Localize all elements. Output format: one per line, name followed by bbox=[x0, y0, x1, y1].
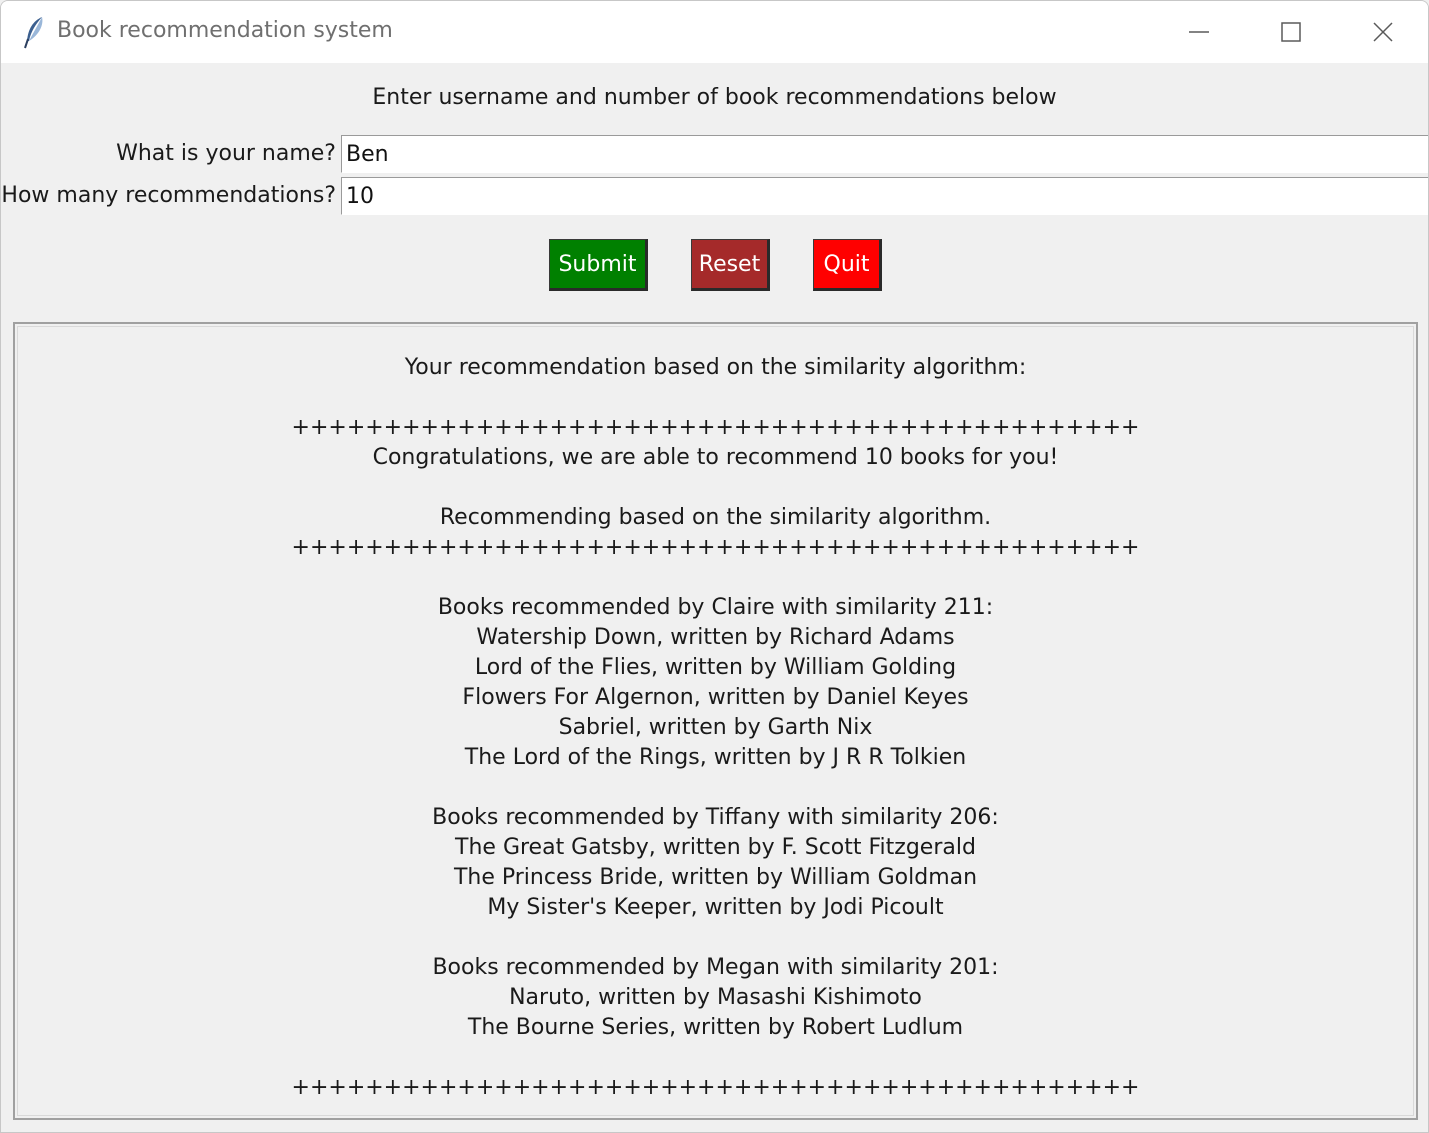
results-line: Recommending based on the similarity alg… bbox=[439, 505, 992, 530]
results-line: Congratulations, we are able to recommen… bbox=[372, 445, 1059, 470]
results-line: Flowers For Algernon, written by Daniel … bbox=[462, 685, 969, 710]
results-line: Your recommendation based on the similar… bbox=[404, 355, 1027, 380]
app-window: Book recommendation system Enter usernam… bbox=[0, 0, 1429, 1133]
results-line: The Great Gatsby, written by F. Scott Fi… bbox=[455, 835, 976, 860]
results-frame: Your recommendation based on the similar… bbox=[17, 326, 1414, 1116]
name-label: What is your name? bbox=[116, 141, 336, 166]
results-line: Watership Down, written by Richard Adams bbox=[476, 625, 955, 650]
close-icon bbox=[1372, 21, 1394, 43]
results-line bbox=[18, 1043, 1413, 1073]
results-line: The Lord of the Rings, written by J R R … bbox=[464, 745, 967, 770]
maximize-icon bbox=[1280, 21, 1302, 43]
title-bar[interactable]: Book recommendation system bbox=[1, 1, 1428, 63]
results-line: Naruto, written by Masashi Kishimoto bbox=[509, 985, 922, 1010]
results-line bbox=[18, 773, 1413, 803]
instructions-label: Enter username and number of book recomm… bbox=[372, 85, 1057, 110]
results-line bbox=[18, 563, 1413, 593]
feather-icon bbox=[23, 15, 47, 49]
results-divider: ++++++++++++++++++++++++++++++++++++++++… bbox=[291, 415, 1140, 440]
results-line: Books recommended by Megan with similari… bbox=[432, 955, 999, 980]
recommendation-count-input[interactable] bbox=[341, 177, 1428, 215]
name-input[interactable] bbox=[341, 135, 1428, 173]
results-panel: Your recommendation based on the similar… bbox=[13, 322, 1418, 1120]
results-line bbox=[18, 473, 1413, 503]
window-title: Book recommendation system bbox=[57, 18, 393, 43]
results-line: Books recommended by Tiffany with simila… bbox=[432, 805, 999, 830]
results-line: Books recommended by Claire with similar… bbox=[437, 595, 994, 620]
recommendation-count-label: How many recommendations? bbox=[1, 183, 336, 208]
results-line bbox=[18, 383, 1413, 413]
reset-button[interactable]: Reset bbox=[691, 239, 770, 291]
quit-button[interactable]: Quit bbox=[813, 239, 882, 291]
submit-button[interactable]: Submit bbox=[549, 239, 648, 291]
results-line: The Princess Bride, written by William G… bbox=[453, 865, 978, 890]
results-line bbox=[18, 923, 1413, 953]
results-line: My Sister's Keeper, written by Jodi Pico… bbox=[487, 895, 944, 920]
results-line: Sabriel, written by Garth Nix bbox=[558, 715, 873, 740]
results-line: Lord of the Flies, written by William Go… bbox=[474, 655, 957, 680]
maximize-button[interactable] bbox=[1245, 1, 1337, 63]
minimize-button[interactable] bbox=[1153, 1, 1245, 63]
results-text: Your recommendation based on the similar… bbox=[18, 353, 1413, 1103]
results-divider: ++++++++++++++++++++++++++++++++++++++++… bbox=[291, 1075, 1140, 1100]
results-divider: ++++++++++++++++++++++++++++++++++++++++… bbox=[291, 535, 1140, 560]
close-button[interactable] bbox=[1337, 1, 1428, 63]
minimize-icon bbox=[1188, 21, 1210, 43]
results-line: The Bourne Series, written by Robert Lud… bbox=[467, 1015, 964, 1040]
